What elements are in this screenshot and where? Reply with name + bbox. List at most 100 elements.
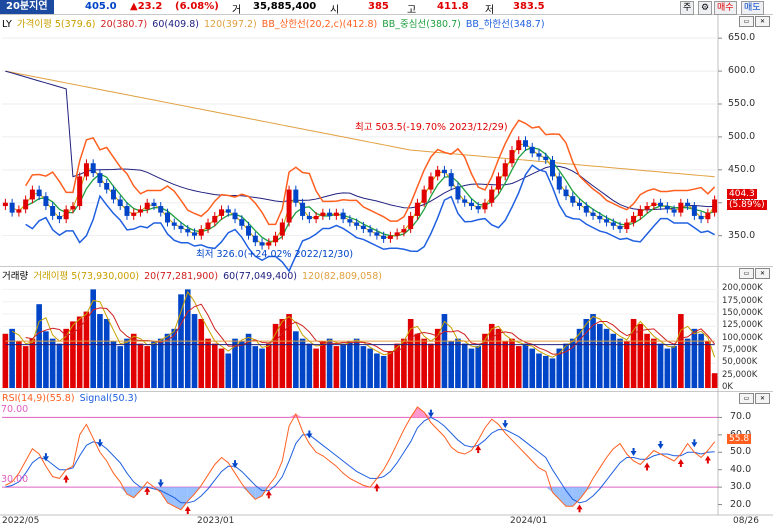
rsi-oversold-fill <box>187 487 195 502</box>
volume-bar <box>56 343 63 388</box>
volume-bar <box>468 348 475 388</box>
candle-body <box>678 202 684 213</box>
volume-bar <box>252 346 259 388</box>
candle-body <box>279 222 285 236</box>
legend-vol-ma120: 120(82,809,058) <box>302 271 382 282</box>
candle-body <box>178 225 184 230</box>
candle-body <box>131 212 137 216</box>
price-tick-label: 500.0 <box>728 130 756 142</box>
volume-bar <box>624 341 630 388</box>
pane-close-icon[interactable]: ✕ <box>755 16 770 27</box>
candle-body <box>421 189 427 203</box>
candle-body <box>104 183 110 190</box>
volume-bar <box>529 348 536 388</box>
candle-body <box>468 202 474 207</box>
candle-body <box>462 199 468 203</box>
price-tick-label: 350.0 <box>728 229 756 241</box>
candle-body <box>83 163 89 177</box>
volume-bar <box>103 318 110 388</box>
volume-bar <box>164 333 171 388</box>
price-pane-controls[interactable]: ▭ ✕ <box>739 16 770 27</box>
candle-body <box>577 202 583 207</box>
candle-body <box>2 202 8 207</box>
volume-tick-label: 150,000K <box>722 308 763 319</box>
volume-bar <box>299 338 306 388</box>
volume-bar <box>333 346 340 388</box>
volume-bar <box>414 333 421 388</box>
volume-bar <box>461 343 468 388</box>
candle-body <box>198 229 204 236</box>
rsi-tick-label: 50.0 <box>730 446 752 458</box>
volume-tick-label: 25,000K <box>722 369 758 380</box>
volume-bar <box>617 338 623 388</box>
legend-signal: Signal(50.3) <box>79 393 138 404</box>
volume-bar <box>495 328 502 388</box>
candle-body <box>300 202 306 216</box>
volume-legend: 거래량 거래이평 5(73,930,000) 20(77,281,900) 60… <box>2 268 384 282</box>
volume-bar <box>353 338 360 388</box>
candle-body <box>550 159 556 177</box>
volume-tick-label: 100,000K <box>722 332 763 343</box>
sell-signal-arrow-stem <box>693 439 696 443</box>
candle-body <box>50 206 56 216</box>
pane-close-icon[interactable]: ✕ <box>755 268 770 279</box>
pane-maximize-icon[interactable]: ▭ <box>739 268 754 279</box>
buy-signal-arrow-icon <box>184 506 191 512</box>
candle-body <box>232 212 238 220</box>
volume-bar <box>2 333 9 388</box>
volume-pane-controls[interactable]: ▭ ✕ <box>739 268 770 279</box>
candle-body <box>90 163 96 174</box>
volume-bar <box>684 338 691 388</box>
volume-bar <box>380 355 387 388</box>
volume-tick-label: 0K <box>722 382 733 392</box>
buy-signal-arrow-stem <box>65 479 68 483</box>
buy-signal-arrow-stem <box>578 509 581 513</box>
pane-close-icon[interactable]: ✕ <box>755 393 770 404</box>
candle-body <box>563 189 569 197</box>
sell-signal-arrow-icon <box>657 444 664 450</box>
candle-body <box>340 212 346 220</box>
volume-bar <box>651 338 657 388</box>
candle-body <box>212 215 218 223</box>
volume-bar <box>569 338 576 388</box>
volume-bar <box>515 346 522 388</box>
volume-bar <box>16 341 22 388</box>
candle-body <box>502 163 508 177</box>
volume-bar <box>401 338 407 388</box>
rsi-pane-controls[interactable]: ▭ ✕ <box>739 393 770 404</box>
buy-signal-arrow-stem <box>679 464 682 468</box>
candle-body <box>205 222 211 230</box>
volume-bar <box>502 341 509 388</box>
candle-body <box>306 215 312 220</box>
volume-bar <box>43 331 49 388</box>
candle-body <box>556 176 562 190</box>
candle-body <box>63 209 69 220</box>
candle-body <box>151 202 157 207</box>
volume-bar <box>421 338 427 388</box>
pane-maximize-icon[interactable]: ▭ <box>739 393 754 404</box>
sell-signal-arrow-icon <box>630 450 637 456</box>
candle-body <box>333 212 339 216</box>
candle-body <box>381 235 387 239</box>
rsi-oversold-fill <box>566 487 573 507</box>
candle-body <box>624 222 630 230</box>
buy-signal-arrow-stem <box>646 467 649 471</box>
candle-body <box>9 202 15 213</box>
candle-body <box>56 215 62 220</box>
price-tick-label: 450.0 <box>728 163 756 175</box>
volume-bar <box>29 338 36 388</box>
volume-tick-label: 75,000K <box>722 345 758 356</box>
candle-body <box>347 219 353 223</box>
candle-body <box>246 225 252 236</box>
candle-body <box>192 232 198 236</box>
volume-bar <box>22 346 29 388</box>
chart-canvas[interactable] <box>0 0 773 528</box>
buy-signal-arrow-icon <box>677 459 684 465</box>
volume-bar <box>326 338 333 388</box>
candle-body <box>36 189 42 197</box>
pane-maximize-icon[interactable]: ▭ <box>739 16 754 27</box>
legend-vol-ma60: 60(77,049,400) <box>223 271 297 282</box>
buy-signal-arrow-stem <box>477 450 480 454</box>
candle-body <box>685 202 691 207</box>
candle-body <box>313 215 319 220</box>
